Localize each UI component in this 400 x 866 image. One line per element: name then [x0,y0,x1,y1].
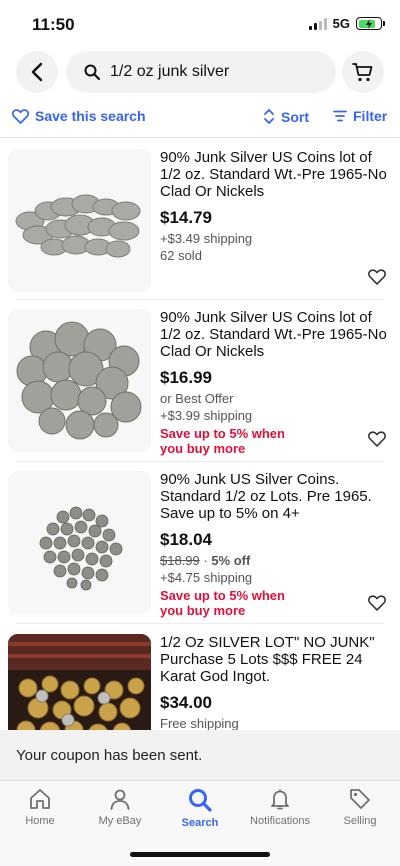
tab-my-ebay-label: My eBay [98,815,142,827]
heart-icon [12,108,29,124]
results-toolbar: Save this search Sort Filter [0,100,400,138]
cart-icon [352,63,373,82]
watch-heart-icon[interactable] [368,594,386,612]
tab-search[interactable]: Search [160,787,240,829]
watch-heart-icon[interactable] [368,268,386,286]
listing-image[interactable] [8,634,151,730]
search-query: 1/2 oz junk silver [110,63,230,80]
filter-label: Filter [353,108,388,124]
listing-image[interactable] [8,149,151,292]
listing-shipping: Free shipping [160,716,239,730]
listing-discount: 5% off [211,553,251,568]
status-time: 11:50 [32,15,75,34]
cart-button[interactable] [342,51,384,93]
listing-title[interactable]: 90% Junk US Silver Coins. Standard 1/2 o… [160,471,392,522]
tab-home[interactable]: Home [0,787,80,827]
listing-item[interactable]: 90% Junk Silver US Coins lot of 1/2 oz. … [0,139,400,300]
listing-info: 90% Junk Silver US Coins lot of 1/2 oz. … [160,309,392,456]
tab-home-label: Home [25,815,55,827]
listing-original-price: $18.99 [160,553,200,568]
listing-image[interactable] [8,471,151,614]
listing-price: $16.99 [160,368,212,387]
tab-notifications[interactable]: Notifications [240,787,320,827]
watch-heart-icon[interactable] [368,430,386,448]
search-header: 1/2 oz junk silver [0,50,400,94]
bell-icon [271,789,289,810]
tab-search-label: Search [181,817,219,829]
person-icon [110,789,130,810]
search-input[interactable]: 1/2 oz junk silver [66,51,336,93]
listing-sold-count: 62 sold [160,248,202,263]
search-icon [189,789,212,812]
chevron-left-icon [31,62,43,82]
listing-image[interactable] [8,309,151,452]
coupon-toast: Your coupon has been sent. [0,730,400,780]
listing-title[interactable]: 90% Junk Silver US Coins lot of 1/2 oz. … [160,309,392,360]
listing-promo: Save up to 5% when you buy more [160,588,285,618]
save-search-label: Save this search [35,108,146,124]
status-indicators: 5G [308,16,385,31]
battery-icon [356,17,385,30]
listing-info: 90% Junk US Silver Coins. Standard 1/2 o… [160,471,392,618]
sort-label: Sort [281,108,309,125]
listing-shipping: +$3.49 shipping [160,231,253,246]
tab-selling[interactable]: Selling [320,787,400,827]
signal-icon [308,17,327,30]
listing-info: 1/2 Oz SILVER LOT" NO JUNK" Purchase 5 L… [160,634,392,730]
sort-button[interactable]: Sort [263,108,309,125]
network-label: 5G [332,16,350,31]
listing-discount-line: $18.99 · 5% off [160,553,251,568]
listing-item[interactable]: 90% Junk US Silver Coins. Standard 1/2 o… [0,462,400,624]
back-button[interactable] [16,51,58,93]
listing-price: $18.04 [160,530,212,549]
listing-shipping: +$3.99 shipping [160,408,253,423]
listing-title[interactable]: 1/2 Oz SILVER LOT" NO JUNK" Purchase 5 L… [160,634,392,685]
listing-shipping: +$4.75 shipping [160,570,253,585]
sort-icon [264,109,274,124]
listing-title[interactable]: 90% Junk Silver US Coins lot of 1/2 oz. … [160,149,392,200]
listing-offer: or Best Offer [160,391,234,406]
filter-button[interactable]: Filter [333,108,387,124]
listing-promo: Save up to 5% when you buy more [160,426,285,456]
listing-item[interactable]: 90% Junk Silver US Coins lot of 1/2 oz. … [0,300,400,462]
toast-message: Your coupon has been sent. [16,746,203,764]
tab-my-ebay[interactable]: My eBay [80,787,160,827]
save-search-button[interactable]: Save this search [12,108,146,124]
home-icon [30,789,50,809]
listing-item[interactable]: 1/2 Oz SILVER LOT" NO JUNK" Purchase 5 L… [0,624,400,730]
search-icon [84,64,100,80]
listing-price: $34.00 [160,693,212,712]
filter-icon [333,110,347,122]
home-indicator [130,852,270,857]
status-bar: 11:50 5G [0,0,400,50]
tab-notifications-label: Notifications [250,815,310,827]
tab-selling-label: Selling [343,815,377,827]
listing-price: $14.79 [160,208,212,227]
tag-icon [350,789,370,809]
listing-info: 90% Junk Silver US Coins lot of 1/2 oz. … [160,149,392,264]
